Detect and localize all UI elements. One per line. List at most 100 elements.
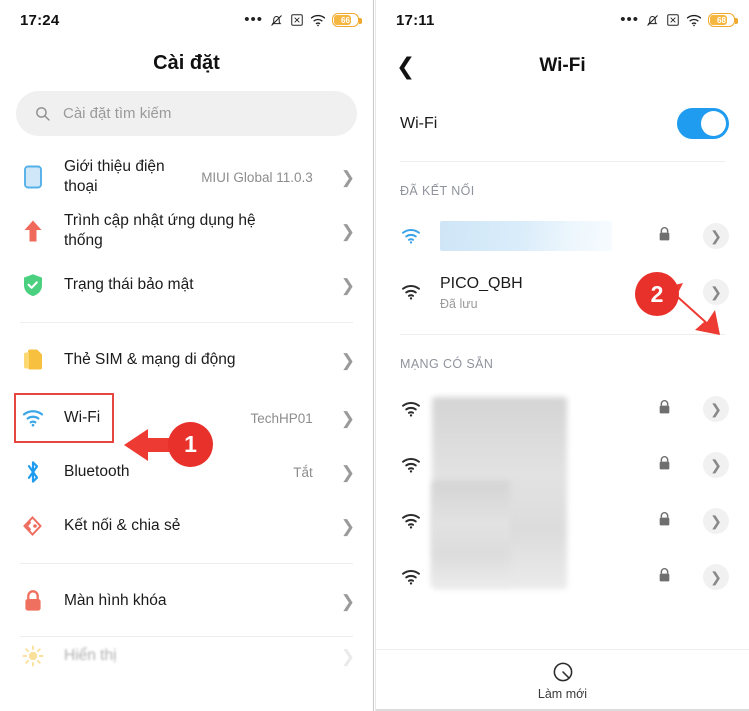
more-dots-icon: ••• (620, 11, 639, 28)
sidebar-item-display[interactable]: Hiển thị ❯ (0, 637, 373, 675)
status-icon-group: ••• 68 (620, 11, 738, 28)
sidebar-item-about-phone[interactable]: Giới thiệu điện thoại MIUI Global 11.0.3… (0, 150, 373, 204)
sidebar-item-value: Tắt (293, 464, 313, 480)
page-title: Wi-Fi (539, 55, 586, 76)
wifi-strong-icon (400, 513, 422, 529)
lock-icon (658, 511, 671, 532)
lock-icon (658, 455, 671, 476)
sidebar-item-sim-mobile-network[interactable]: Thẻ SIM & mạng di động ❯ (0, 333, 373, 387)
wifi-strong-icon (400, 569, 422, 585)
wifi-toggle-switch[interactable] (677, 108, 729, 139)
back-chevron-icon[interactable]: ❮ (396, 53, 426, 80)
sidebar-item-label: Giới thiệu điện thoại (64, 158, 165, 195)
annotation-badge-2: 2 (635, 272, 679, 316)
chevron-right-icon: ❯ (340, 221, 355, 241)
chevron-right-icon: ❯ (340, 275, 355, 295)
shield-check-icon (20, 272, 46, 298)
network-detail-button[interactable]: ❯ (703, 452, 729, 478)
sidebar-item-system-app-updater[interactable]: Trình cập nhật ứng dụng hệ thống ❯ (0, 204, 373, 258)
chevron-right-icon: ❯ (340, 167, 355, 187)
section-header-connected: ĐÃ KẾT NỐI (400, 184, 475, 198)
chevron-right-icon: ❯ (340, 516, 355, 536)
lock-icon (658, 226, 671, 247)
chevron-right-icon: ❯ (340, 591, 355, 611)
wifi-strong-icon (400, 284, 422, 300)
brightness-icon (20, 643, 46, 669)
wifi-strong-icon (400, 457, 422, 473)
refresh-scan-icon (553, 662, 572, 681)
bell-muted-icon (647, 14, 658, 26)
sidebar-item-label: Màn hình khóa (64, 592, 167, 609)
search-icon (36, 107, 50, 121)
sidebar-item-label: Trình cập nhật ứng dụng hệ thống (64, 212, 256, 249)
wifi-icon (686, 14, 702, 26)
sidebar-item-security-status[interactable]: Trạng thái bảo mật ❯ (0, 258, 373, 312)
sidebar-item-label: Hiển thị (64, 647, 117, 664)
x-box-icon (291, 14, 303, 26)
network-detail-button[interactable]: ❯ (703, 564, 729, 590)
network-status: Đã lưu (440, 296, 478, 311)
more-dots-icon: ••• (244, 11, 263, 28)
battery-level: 68 (717, 15, 726, 25)
toggle-knob (701, 111, 726, 136)
network-detail-button[interactable]: ❯ (703, 223, 729, 249)
bell-muted-icon (271, 14, 282, 26)
list-separator (20, 322, 353, 323)
status-clock: 17:11 (396, 11, 435, 29)
search-placeholder: Cài đặt tìm kiếm (63, 105, 172, 122)
section-header-available: MẠNG CÓ SẴN (400, 357, 494, 371)
chevron-right-icon: ❯ (340, 462, 355, 482)
sidebar-item-connection-sharing[interactable]: Kết nối & chia sẻ ❯ (0, 499, 373, 553)
sidebar-item-value: TechHP01 (250, 410, 313, 426)
chevron-right-icon: ❯ (340, 646, 355, 666)
wifi-strong-icon (400, 228, 422, 244)
available-networks-list: ❯ ❯ ❯ ❯ (376, 381, 749, 605)
wifi-strong-icon (400, 401, 422, 417)
lock-icon (658, 399, 671, 420)
lock-icon (20, 588, 46, 614)
network-detail-button[interactable]: ❯ (703, 396, 729, 422)
network-detail-button[interactable]: ❯ (703, 508, 729, 534)
status-clock: 17:24 (20, 11, 60, 29)
network-row-connected-redacted[interactable]: ❯ (376, 208, 749, 264)
lock-icon (658, 567, 671, 588)
refresh-bar[interactable]: Làm mới (376, 649, 749, 711)
list-separator (20, 563, 353, 564)
bluetooth-icon (20, 459, 46, 485)
status-bar-right: 17:11 ••• 68 (376, 0, 749, 40)
network-name-redacted (440, 221, 640, 251)
chevron-right-icon: ❯ (340, 350, 355, 370)
connection-share-icon (20, 513, 46, 539)
screenshot-root: 17:24 ••• 66 Cài đặt Cài đặt tìm kiếm Gi… (0, 0, 749, 711)
battery-level: 66 (341, 15, 350, 25)
status-bar-left: 17:24 ••• 66 (0, 0, 373, 40)
chevron-right-icon: ❯ (340, 408, 355, 428)
sidebar-item-value: MIUI Global 11.0.3 (201, 169, 313, 185)
wifi-screen: 17:11 ••• 68 ❮ Wi-Fi Wi-Fi ĐÃ KẾT NỐI ❯ … (376, 0, 749, 711)
annotation-badge-1: 1 (168, 422, 213, 467)
page-title: Cài đặt (153, 52, 220, 74)
battery-indicator: 68 (708, 13, 738, 27)
network-text: PICO_QBH Đã lưu (440, 274, 640, 311)
wifi-icon (20, 405, 46, 431)
battery-indicator: 66 (332, 13, 362, 27)
search-input[interactable]: Cài đặt tìm kiếm (16, 91, 357, 136)
wifi-icon (310, 14, 326, 26)
refresh-label: Làm mới (537, 686, 588, 701)
x-box-icon (667, 14, 679, 26)
sidebar-item-label: Kết nối & chia sẻ (64, 517, 181, 534)
wifi-header: ❮ Wi-Fi (376, 40, 749, 92)
sidebar-item-lock-screen[interactable]: Màn hình khóa ❯ (0, 574, 373, 628)
sidebar-item-label: Trạng thái bảo mật (64, 276, 194, 293)
sidebar-item-label: Thẻ SIM & mạng di động (64, 351, 236, 368)
ssid-blur-overlay (432, 481, 510, 586)
arrow-up-icon (20, 218, 46, 244)
network-name: PICO_QBH (440, 274, 523, 292)
sim-card-icon (20, 347, 46, 373)
wifi-toggle-label: Wi-Fi (400, 114, 438, 132)
phone-icon (20, 164, 46, 190)
settings-screen: 17:24 ••• 66 Cài đặt Cài đặt tìm kiếm Gi… (0, 0, 373, 711)
status-icon-group: ••• 66 (244, 11, 362, 28)
wifi-toggle-row[interactable]: Wi-Fi (376, 92, 749, 161)
settings-list: Giới thiệu điện thoại MIUI Global 11.0.3… (0, 136, 373, 675)
